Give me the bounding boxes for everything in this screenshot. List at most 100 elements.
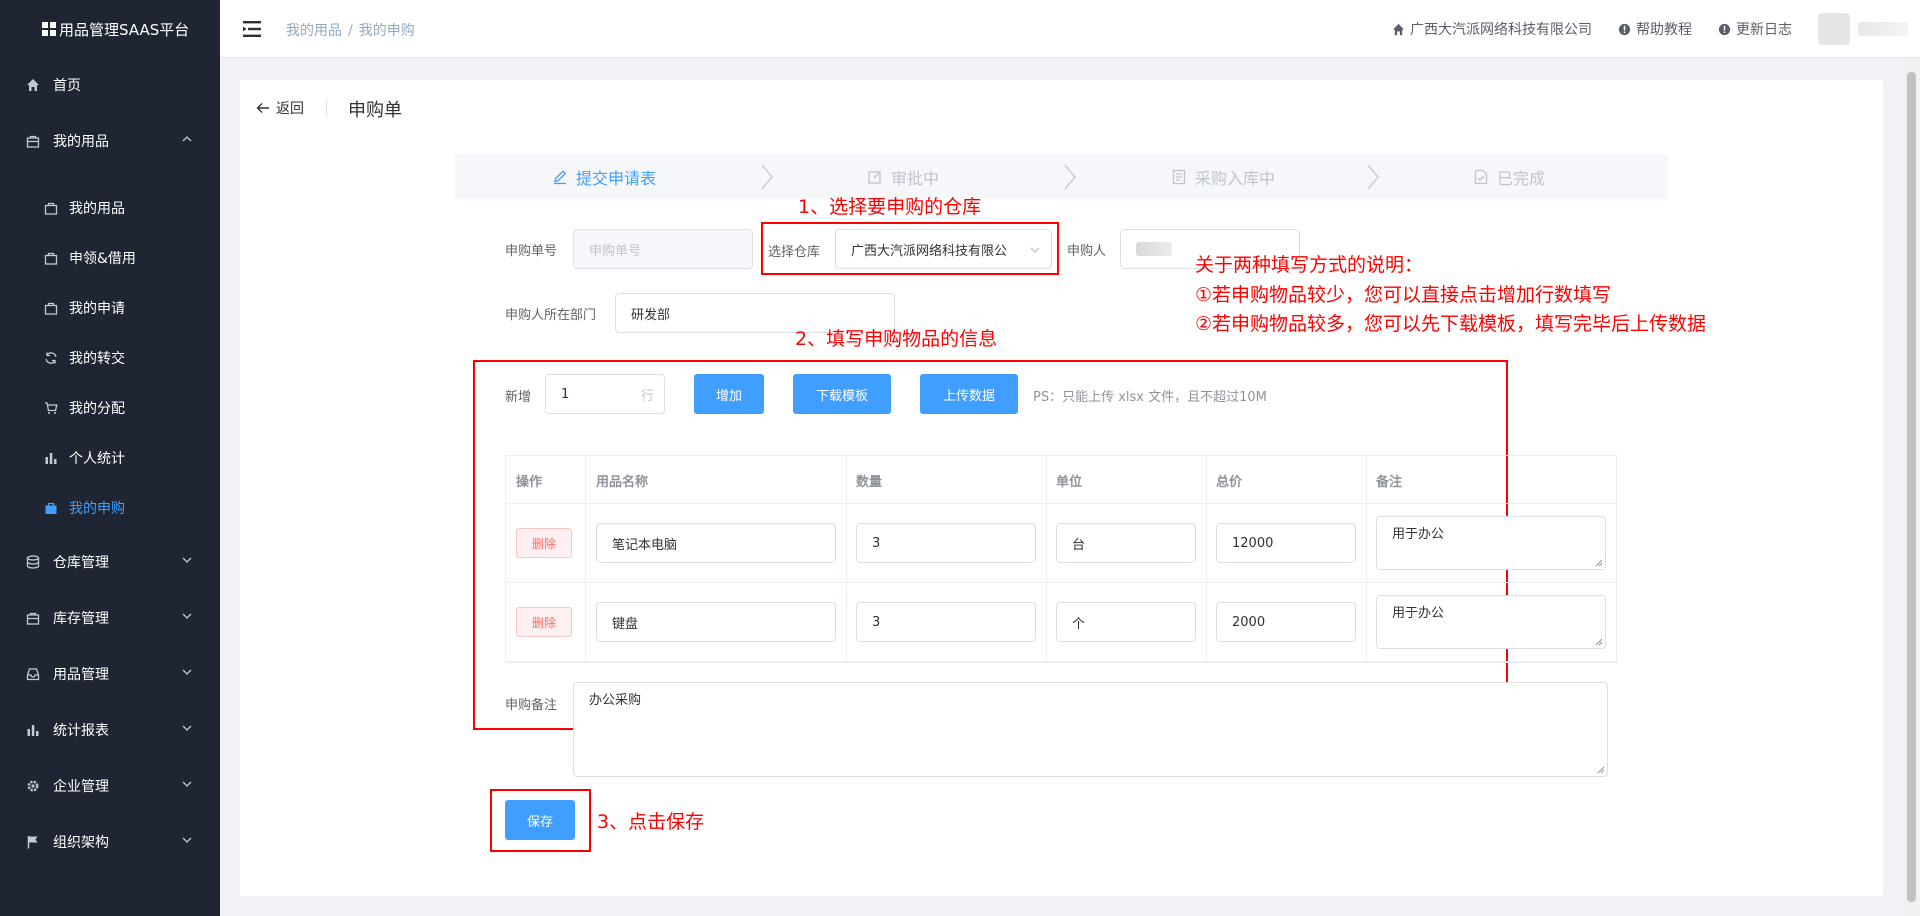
items-table: 操作 用品名称 数量 单位 总价 备注 删除 笔记本电脑 3 台 12000 用… bbox=[505, 455, 1617, 663]
sidebar-subitem-label: 申领&借用 bbox=[69, 251, 136, 267]
cart-icon bbox=[43, 400, 59, 416]
item-name-input[interactable]: 笔记本电脑 bbox=[596, 523, 836, 563]
table-row: 删除 笔记本电脑 3 台 12000 用于办公 bbox=[506, 504, 1616, 583]
chevron-down-icon bbox=[1030, 247, 1040, 253]
add-rows-button[interactable]: 增加 bbox=[694, 374, 764, 414]
sidebar-subitem-my-transfers[interactable]: 我的转交 bbox=[0, 333, 220, 383]
back-label: 返回 bbox=[276, 101, 304, 117]
breadcrumb-item-current: 我的申购 bbox=[358, 23, 415, 39]
sidebar-subitem-label: 个人统计 bbox=[69, 451, 125, 467]
sidebar-subitem-my-purchase[interactable]: 我的申购 bbox=[0, 483, 220, 533]
item-name-input[interactable]: 键盘 bbox=[596, 602, 836, 642]
delete-row-button[interactable]: 删除 bbox=[516, 528, 572, 558]
sidebar-item-home[interactable]: 首页 bbox=[0, 60, 220, 110]
item-unit-input[interactable]: 个 bbox=[1056, 602, 1196, 642]
add-rows-value: 1 bbox=[561, 386, 570, 402]
breadcrumb: 我的用品 / 我的申购 bbox=[286, 20, 415, 40]
document-check-icon bbox=[1474, 169, 1488, 184]
help-link[interactable]: 帮助教程 bbox=[1618, 19, 1692, 39]
add-rows-input[interactable]: 1 行 bbox=[545, 374, 665, 414]
chevron-down-icon bbox=[182, 778, 198, 794]
app-logo[interactable]: 用品管理SAAS平台 bbox=[0, 0, 220, 58]
step-label: 审批中 bbox=[891, 168, 940, 188]
column-header: 总价 bbox=[1216, 475, 1243, 490]
add-rows-label: 新增 bbox=[505, 390, 532, 405]
warehouse-label: 选择仓库 bbox=[768, 245, 821, 260]
arrow-left-icon bbox=[256, 103, 269, 113]
upload-data-button[interactable]: 上传数据 bbox=[920, 374, 1018, 414]
gear-icon bbox=[25, 778, 41, 794]
scrollbar-thumb[interactable] bbox=[1907, 72, 1916, 902]
edit-box-icon bbox=[868, 170, 881, 184]
divider bbox=[326, 100, 327, 116]
bag-icon bbox=[43, 500, 59, 516]
resize-handle-icon[interactable] bbox=[1595, 559, 1603, 567]
item-total-input[interactable]: 12000 bbox=[1216, 523, 1356, 563]
item-note-textarea[interactable]: 用于办公 bbox=[1376, 516, 1606, 570]
user-name-blurred bbox=[1858, 22, 1908, 36]
changelog-link[interactable]: 更新日志 bbox=[1718, 19, 1792, 39]
resize-handle-icon[interactable] bbox=[1595, 638, 1603, 646]
sidebar-item-supplies-management[interactable]: 用品管理 bbox=[0, 649, 220, 699]
step-completed: 已完成 bbox=[1473, 154, 1545, 199]
sidebar-item-my-supplies[interactable]: 我的用品 bbox=[0, 116, 220, 166]
item-unit-input[interactable]: 台 bbox=[1056, 523, 1196, 563]
download-template-button[interactable]: 下载模板 bbox=[793, 374, 891, 414]
delete-row-button[interactable]: 删除 bbox=[516, 607, 572, 637]
home-icon bbox=[25, 77, 41, 93]
remark-textarea[interactable]: 办公采购 bbox=[573, 682, 1608, 777]
page-scrollbar[interactable] bbox=[1903, 58, 1920, 916]
sidebar-item-label: 我的用品 bbox=[53, 134, 109, 150]
sidebar-item-warehouse[interactable]: 仓库管理 bbox=[0, 537, 220, 587]
sidebar-item-reports[interactable]: 统计报表 bbox=[0, 705, 220, 755]
breadcrumb-item[interactable]: 我的用品 bbox=[286, 23, 342, 39]
top-header: 我的用品 / 我的申购 广西大汽派网络科技有限公司 帮助教程 更新日志 bbox=[220, 0, 1920, 58]
item-qty-input[interactable]: 3 bbox=[856, 523, 1036, 563]
info-circle-icon bbox=[1618, 23, 1631, 35]
menu-toggle-icon[interactable] bbox=[242, 19, 262, 39]
annotation-note-line2: ②若申购物品较多，您可以先下载模板，填写完毕后上传数据 bbox=[1195, 313, 1707, 335]
remark-label: 申购备注 bbox=[505, 698, 558, 713]
back-button[interactable]: 返回 bbox=[256, 98, 304, 118]
sidebar-item-enterprise[interactable]: 企业管理 bbox=[0, 761, 220, 811]
step-label: 已完成 bbox=[1497, 168, 1546, 188]
step-purchasing: 采购入库中 bbox=[1171, 154, 1275, 199]
applicant-label: 申购人 bbox=[1067, 244, 1107, 259]
resize-handle-icon[interactable] bbox=[1597, 766, 1605, 774]
column-header: 用品名称 bbox=[596, 475, 649, 490]
step-arrow-icon bbox=[761, 164, 773, 190]
chevron-up-icon bbox=[182, 133, 198, 149]
dept-label: 申购人所在部门 bbox=[505, 308, 597, 323]
flag-icon bbox=[25, 834, 41, 850]
sidebar-item-label: 首页 bbox=[53, 78, 81, 94]
sidebar-subitem-claim-borrow[interactable]: 申领&借用 bbox=[0, 233, 220, 283]
refresh-icon bbox=[43, 350, 59, 366]
sidebar: 用品管理SAAS平台 首页 我的用品 我的用品 申领&借用 我的申请 我的转交 … bbox=[0, 0, 220, 916]
annotation-note-line1: ①若申购物品较少，您可以直接点击增加行数填写 bbox=[1195, 284, 1612, 306]
item-qty-input[interactable]: 3 bbox=[856, 602, 1036, 642]
breadcrumb-separator: / bbox=[348, 23, 353, 39]
sidebar-item-label: 用品管理 bbox=[53, 667, 109, 683]
column-header: 操作 bbox=[516, 475, 543, 490]
sidebar-subitem-my-allocations[interactable]: 我的分配 bbox=[0, 383, 220, 433]
sidebar-item-label: 库存管理 bbox=[53, 611, 109, 627]
warehouse-select[interactable]: 广西大汽派网络科技有限公 bbox=[835, 229, 1052, 269]
sidebar-item-organization[interactable]: 组织架构 bbox=[0, 817, 220, 867]
company-switcher[interactable]: 广西大汽派网络科技有限公司 bbox=[1392, 19, 1592, 39]
user-menu[interactable] bbox=[1818, 13, 1908, 45]
item-note-textarea[interactable]: 用于办公 bbox=[1376, 595, 1606, 649]
sidebar-subitem-my-applications[interactable]: 我的申请 bbox=[0, 283, 220, 333]
edit-icon bbox=[554, 169, 567, 184]
item-total-input[interactable]: 2000 bbox=[1216, 602, 1356, 642]
sidebar-subitem-personal-stats[interactable]: 个人统计 bbox=[0, 433, 220, 483]
bag-icon bbox=[43, 250, 59, 266]
annotation-step2: 2、填写申购物品的信息 bbox=[795, 328, 998, 350]
save-button[interactable]: 保存 bbox=[505, 800, 575, 840]
header-actions: 广西大汽派网络科技有限公司 帮助教程 更新日志 bbox=[1392, 0, 1908, 58]
sidebar-subitem-label: 我的申请 bbox=[69, 301, 125, 317]
sidebar-item-inventory[interactable]: 库存管理 bbox=[0, 593, 220, 643]
bag-icon bbox=[25, 133, 41, 149]
table-row: 删除 键盘 3 个 2000 用于办公 bbox=[506, 583, 1616, 662]
order-no-input[interactable]: 申购单号 bbox=[573, 229, 753, 269]
sidebar-subitem-my-supplies[interactable]: 我的用品 bbox=[0, 183, 220, 233]
